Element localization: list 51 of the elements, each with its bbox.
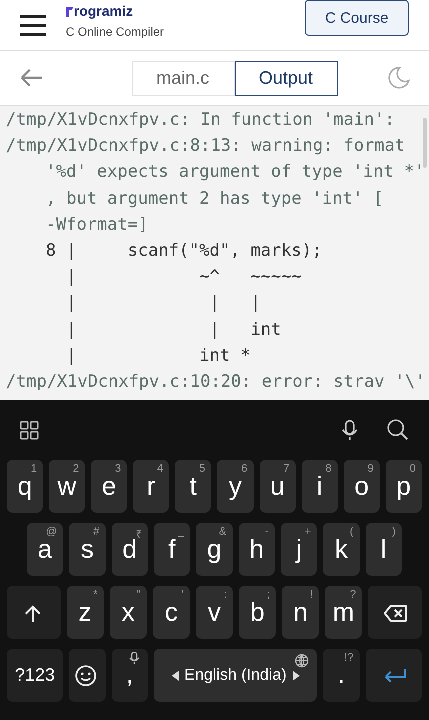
output-line: /tmp/X1vDcnxfpv.c:8:13: warning: format	[6, 135, 406, 158]
output-line: -Wformat=]	[46, 214, 150, 237]
logo-text[interactable]: rogramiz	[74, 3, 134, 19]
letter-key[interactable]: s #	[69, 523, 106, 576]
apps-grid-icon[interactable]	[20, 420, 39, 440]
output-line: /tmp/X1vDcnxfpv.c: In function 'main':	[6, 109, 396, 132]
course-button[interactable]: C Course	[305, 0, 409, 36]
enter-key[interactable]	[366, 649, 422, 702]
microphone-icon[interactable]	[341, 420, 359, 440]
letter-key[interactable]: h -	[238, 523, 275, 576]
output-line: 8 | scanf("%d", marks);	[46, 240, 324, 263]
microphone-icon	[128, 652, 140, 665]
letter-key[interactable]: f _	[154, 523, 190, 576]
letter-key[interactable]: x "	[110, 586, 147, 639]
output-line: | ~^ ~~~~~	[65, 266, 303, 290]
letter-key[interactable]: j +	[280, 523, 318, 576]
globe-icon	[295, 654, 310, 668]
letter-key[interactable]: m ?	[325, 586, 362, 639]
emoji-icon	[75, 664, 100, 686]
letter-key[interactable]: z *	[66, 586, 104, 639]
letter-key[interactable]: v :	[196, 586, 234, 639]
output-line: | int *	[65, 344, 252, 368]
output-line: /tmp/X1vDcnxfpv.c:10:20: error: strav '\'	[6, 370, 427, 394]
letter-key[interactable]: a @	[27, 523, 64, 576]
letter-key[interactable]: d₹	[112, 523, 148, 576]
space-bar[interactable]: English (India)	[154, 649, 318, 702]
output-line: , but argument 2 has type 'int' [	[46, 188, 385, 211]
shift-key[interactable]	[7, 586, 61, 639]
output-line: '%d' expects argument of type 'int *'	[46, 161, 426, 184]
letter-key[interactable]: b ;	[239, 586, 276, 639]
back-arrow-icon[interactable]	[18, 67, 42, 89]
emoji-key[interactable]	[69, 649, 106, 702]
comma-key[interactable]: ,	[112, 649, 148, 702]
file-tab[interactable]: Output	[234, 60, 338, 96]
letter-key[interactable]: n !	[282, 586, 320, 639]
backspace-key[interactable]	[368, 586, 422, 639]
letter-key[interactable]: l )	[366, 523, 402, 576]
period-key[interactable]: . !?	[323, 649, 360, 702]
menu-icon[interactable]	[20, 12, 46, 38]
logo-icon	[66, 6, 74, 16]
symbols-key[interactable]: ?123	[7, 649, 64, 702]
output-line: | | |	[65, 292, 262, 316]
file-tab[interactable]: main.c	[132, 60, 234, 96]
letter-key[interactable]: k (	[323, 523, 360, 576]
letter-key[interactable]: c '	[152, 586, 190, 639]
right-arrow-icon	[292, 670, 300, 680]
search-icon[interactable]	[387, 419, 409, 441]
left-arrow-icon	[172, 670, 179, 680]
page-subtitle: C Online Compiler	[66, 25, 166, 39]
letter-key[interactable]: g &	[196, 523, 233, 576]
output-line: | | int	[65, 318, 282, 342]
